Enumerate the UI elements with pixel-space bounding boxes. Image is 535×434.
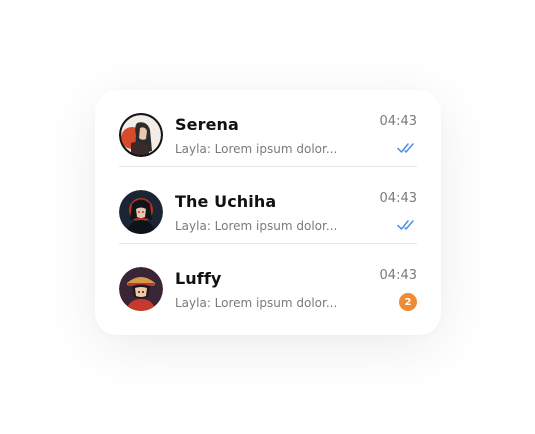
message-preview: Layla: Lorem ipsum dolor...	[175, 219, 338, 233]
message-time: 04:43	[379, 268, 417, 283]
double-check-icon	[397, 220, 414, 230]
double-check-icon	[397, 143, 414, 153]
contact-name: Luffy	[175, 269, 222, 288]
message-time: 04:43	[379, 114, 417, 129]
chat-item-the-uchiha[interactable]: The Uchiha Layla: Lorem ipsum dolor... 0…	[119, 167, 417, 244]
chat-item-serena[interactable]: Serena Layla: Lorem ipsum dolor... 04:43	[119, 90, 417, 167]
unread-count-badge: 2	[399, 293, 417, 311]
chat-item-luffy[interactable]: Luffy Layla: Lorem ipsum dolor... 04:43 …	[119, 244, 417, 320]
contact-name: Serena	[175, 115, 239, 134]
message-preview: Layla: Lorem ipsum dolor...	[175, 142, 338, 156]
serena-avatar	[119, 113, 163, 157]
chat-list-card: Serena Layla: Lorem ipsum dolor... 04:43…	[95, 90, 441, 335]
message-preview: Layla: Lorem ipsum dolor...	[175, 296, 338, 310]
contact-name: The Uchiha	[175, 192, 277, 211]
message-time: 04:43	[379, 191, 417, 206]
uchiha-avatar	[119, 190, 163, 234]
luffy-avatar	[119, 267, 163, 311]
